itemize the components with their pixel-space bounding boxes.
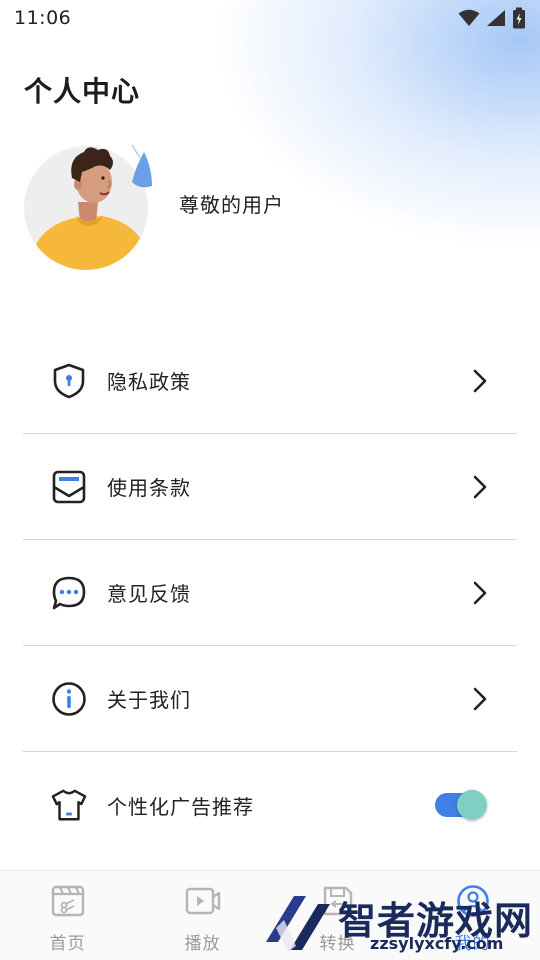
menu-item-label: 隐私政策: [107, 370, 191, 394]
nav-label: 播放: [184, 934, 221, 954]
nav-tab-play[interactable]: 播放: [135, 871, 270, 960]
clapperboard-icon: [50, 883, 86, 919]
shield-icon: [51, 363, 87, 399]
menu-item-personalized-ads: 个性化广告推荐: [23, 752, 517, 858]
status-time: 11:06: [14, 7, 72, 29]
chat-bubble-icon: [51, 575, 87, 611]
settings-menu: 隐私政策 使用条款 意见反馈 关于我们 个性化广告推荐: [0, 328, 540, 858]
nav-label: 转换: [319, 934, 356, 954]
profile-icon: [455, 883, 491, 919]
wifi-icon: [458, 9, 480, 27]
video-play-icon: [185, 883, 221, 919]
status-icons: [458, 7, 526, 29]
tshirt-icon: [51, 787, 87, 823]
chevron-right-icon: [471, 686, 489, 712]
menu-item-label: 个性化广告推荐: [107, 794, 254, 819]
info-icon: [51, 681, 87, 717]
battery-charging-icon: [512, 7, 526, 29]
menu-item-feedback[interactable]: 意见反馈: [23, 540, 517, 646]
chevron-right-icon: [471, 580, 489, 606]
avatar[interactable]: [24, 140, 154, 270]
nav-label: 首页: [49, 934, 86, 954]
menu-item-label: 意见反馈: [107, 582, 191, 606]
menu-item-label: 使用条款: [107, 476, 191, 500]
chevron-right-icon: [471, 368, 489, 394]
nav-tab-home[interactable]: 首页: [0, 871, 135, 960]
menu-item-label: 关于我们: [107, 688, 191, 712]
nav-label: 我的: [454, 934, 491, 954]
bottom-nav: 首页 播放 转换 我的: [0, 870, 540, 960]
page-title: 个人中心: [24, 75, 141, 108]
menu-item-privacy-policy[interactable]: 隐私政策: [23, 328, 517, 434]
toggle-thumb: [457, 790, 487, 820]
nav-tab-convert[interactable]: 转换: [270, 871, 405, 960]
menu-item-about-us[interactable]: 关于我们: [23, 646, 517, 752]
nav-tab-mine[interactable]: 我的: [405, 871, 540, 960]
personalized-ads-toggle[interactable]: [435, 790, 487, 820]
chevron-right-icon: [471, 474, 489, 500]
menu-item-terms-of-use[interactable]: 使用条款: [23, 434, 517, 540]
save-convert-icon: [320, 883, 356, 919]
cell-signal-icon: [486, 9, 506, 27]
document-tray-icon: [51, 469, 87, 505]
username[interactable]: 尊敬的用户: [179, 189, 284, 218]
status-bar: 11:06: [0, 0, 540, 36]
